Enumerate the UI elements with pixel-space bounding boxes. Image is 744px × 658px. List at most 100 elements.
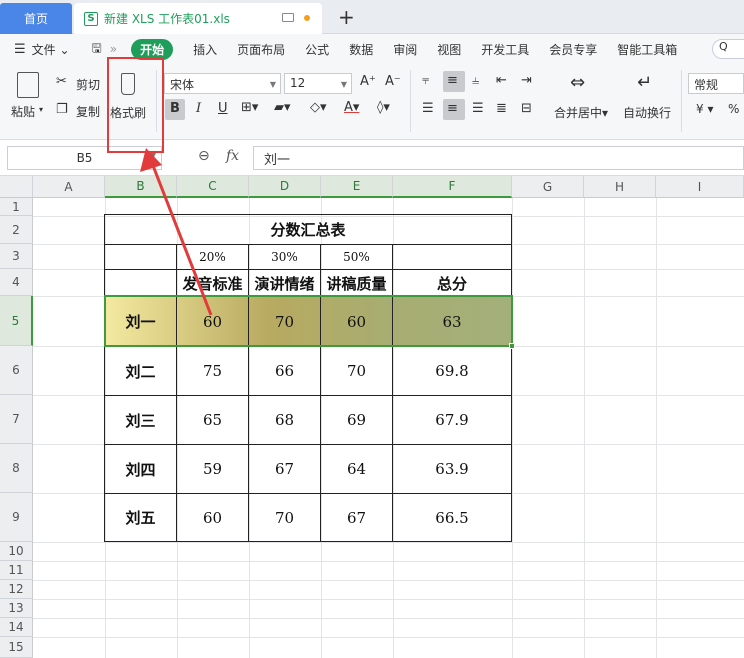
font-size-select[interactable]: 12 ▼ — [284, 73, 352, 94]
row-header-11[interactable]: 11 — [0, 561, 33, 580]
merge-center-icon[interactable]: ⇔ — [570, 72, 585, 93]
menu-file[interactable]: 文件 ⌄ — [32, 41, 70, 58]
row-header-2[interactable]: 2 — [0, 216, 33, 244]
font-color-icon[interactable]: A▾ — [344, 100, 359, 115]
column-header-i[interactable]: I — [656, 176, 744, 198]
bold-button[interactable]: B — [170, 101, 180, 116]
column-header-c[interactable]: C — [177, 176, 249, 198]
copy-icon[interactable]: ❐ — [56, 102, 68, 117]
menu-data[interactable]: 数据 — [349, 41, 373, 58]
row-header-14[interactable]: 14 — [0, 618, 33, 637]
increase-indent-icon[interactable]: ⇥ — [521, 73, 532, 88]
more-chevron-icon[interactable]: » — [110, 42, 117, 56]
eraser-icon[interactable]: ◊▾ — [377, 100, 390, 115]
fill-color-icon[interactable]: ▰▾ — [274, 100, 291, 115]
row-header-5[interactable]: 5 — [0, 296, 33, 346]
merge-center-label[interactable]: 合并居中▾ — [554, 104, 608, 121]
row-header-4[interactable]: 4 — [0, 269, 33, 296]
wrap-text-label[interactable]: 自动换行 — [623, 104, 671, 121]
total-cell[interactable]: 67.9 — [393, 396, 511, 444]
score-cell[interactable]: 70 — [321, 347, 392, 395]
row-header-6[interactable]: 6 — [0, 346, 33, 395]
score-cell[interactable]: 67 — [321, 494, 392, 541]
menu-member[interactable]: 会员专享 — [549, 41, 597, 58]
column-header-f[interactable]: F — [393, 176, 512, 198]
align-top-icon[interactable]: ⫧ — [422, 73, 429, 88]
currency-button[interactable]: ¥ ▾ — [696, 102, 713, 116]
align-center-icon[interactable]: ≡ — [447, 101, 458, 116]
score-cell[interactable]: 68 — [249, 396, 320, 444]
name-cell[interactable]: 刘五 — [105, 494, 176, 541]
number-format-select[interactable]: 常规 — [688, 73, 744, 94]
row-header-10[interactable]: 10 — [0, 542, 33, 561]
column-header-a[interactable]: A — [33, 176, 105, 198]
score-cell[interactable]: 75 — [177, 347, 248, 395]
hamburger-icon[interactable]: ☰ — [14, 42, 26, 57]
italic-button[interactable]: I — [196, 101, 201, 116]
header-cell[interactable]: 总分 — [393, 270, 511, 296]
save-icon[interactable]: 🖫 — [92, 39, 102, 60]
row-header-12[interactable]: 12 — [0, 580, 33, 599]
score-cell[interactable]: 66 — [249, 347, 320, 395]
row-header-15[interactable]: 15 — [0, 637, 33, 658]
border-icon[interactable]: ⊞▾ — [241, 100, 258, 115]
score-cell[interactable]: 60 — [177, 494, 248, 541]
monitor-icon[interactable] — [282, 13, 294, 22]
underline-button[interactable]: U — [218, 101, 228, 116]
menu-formulas[interactable]: 公式 — [305, 41, 329, 58]
search-button[interactable]: Q — [712, 39, 744, 59]
paste-icon[interactable] — [17, 72, 39, 98]
header-cell[interactable]: 演讲情绪 — [249, 270, 320, 296]
highlight-icon[interactable]: ◇▾ — [310, 100, 327, 115]
name-cell[interactable]: 刘三 — [105, 396, 176, 444]
score-cell[interactable]: 64 — [321, 445, 392, 493]
row-header-1[interactable]: 1 — [0, 198, 33, 216]
row-header-13[interactable]: 13 — [0, 599, 33, 618]
menu-developer[interactable]: 开发工具 — [481, 41, 529, 58]
fx-icon[interactable]: fx — [226, 148, 239, 164]
column-header-e[interactable]: E — [321, 176, 393, 198]
row-header-7[interactable]: 7 — [0, 395, 33, 444]
table-title[interactable]: 分数汇总表 — [105, 215, 511, 244]
column-header-b[interactable]: B — [105, 176, 177, 198]
justify-icon[interactable]: ≣ — [496, 101, 507, 116]
row-header-8[interactable]: 8 — [0, 444, 33, 493]
score-cell[interactable]: 59 — [177, 445, 248, 493]
total-cell[interactable]: 63.9 — [393, 445, 511, 493]
copy-label[interactable]: 复制 — [76, 103, 100, 120]
column-header-h[interactable]: H — [584, 176, 656, 198]
tab-document[interactable]: S 新建 XLS 工作表01.xls — [74, 3, 322, 34]
font-name-select[interactable]: 宋体 ▼ — [164, 73, 281, 94]
menu-review[interactable]: 审阅 — [393, 41, 417, 58]
align-bottom-icon[interactable]: ⫨ — [472, 73, 479, 88]
weight-cell[interactable]: 50% — [321, 245, 392, 269]
fill-handle[interactable] — [509, 343, 515, 349]
weight-cell[interactable]: 30% — [249, 245, 320, 269]
total-cell[interactable]: 69.8 — [393, 347, 511, 395]
score-cell[interactable]: 67 — [249, 445, 320, 493]
paste-dropdown-icon[interactable]: ▾ — [39, 105, 43, 114]
weight-cell[interactable]: 20% — [177, 245, 248, 269]
total-cell[interactable]: 66.5 — [393, 494, 511, 541]
score-cell[interactable]: 70 — [249, 494, 320, 541]
increase-font-icon[interactable]: A⁺ — [360, 74, 376, 89]
scissors-icon[interactable]: ✂ — [56, 74, 67, 89]
align-middle-icon[interactable]: ≡ — [447, 73, 458, 88]
align-left-icon[interactable]: ☰ — [422, 101, 434, 116]
row-header-9[interactable]: 9 — [0, 493, 33, 542]
percent-button[interactable]: % — [728, 102, 739, 116]
score-cell[interactable]: 65 — [177, 396, 248, 444]
menu-smart-tools[interactable]: 智能工具箱 — [617, 41, 677, 58]
name-cell[interactable]: 刘二 — [105, 347, 176, 395]
menu-page-layout[interactable]: 页面布局 — [237, 41, 285, 58]
row-header-3[interactable]: 3 — [0, 244, 33, 269]
align-right-icon[interactable]: ☰ — [472, 101, 484, 116]
score-cell[interactable]: 69 — [321, 396, 392, 444]
paste-label[interactable]: 粘贴 — [11, 103, 35, 120]
decrease-font-icon[interactable]: A⁻ — [385, 74, 401, 89]
header-cell[interactable]: 讲稿质量 — [321, 270, 392, 296]
decrease-indent-icon[interactable]: ⇤ — [496, 73, 507, 88]
formula-input[interactable]: 刘一 — [253, 146, 744, 170]
name-cell[interactable]: 刘四 — [105, 445, 176, 493]
cut-label[interactable]: 剪切 — [76, 76, 100, 93]
